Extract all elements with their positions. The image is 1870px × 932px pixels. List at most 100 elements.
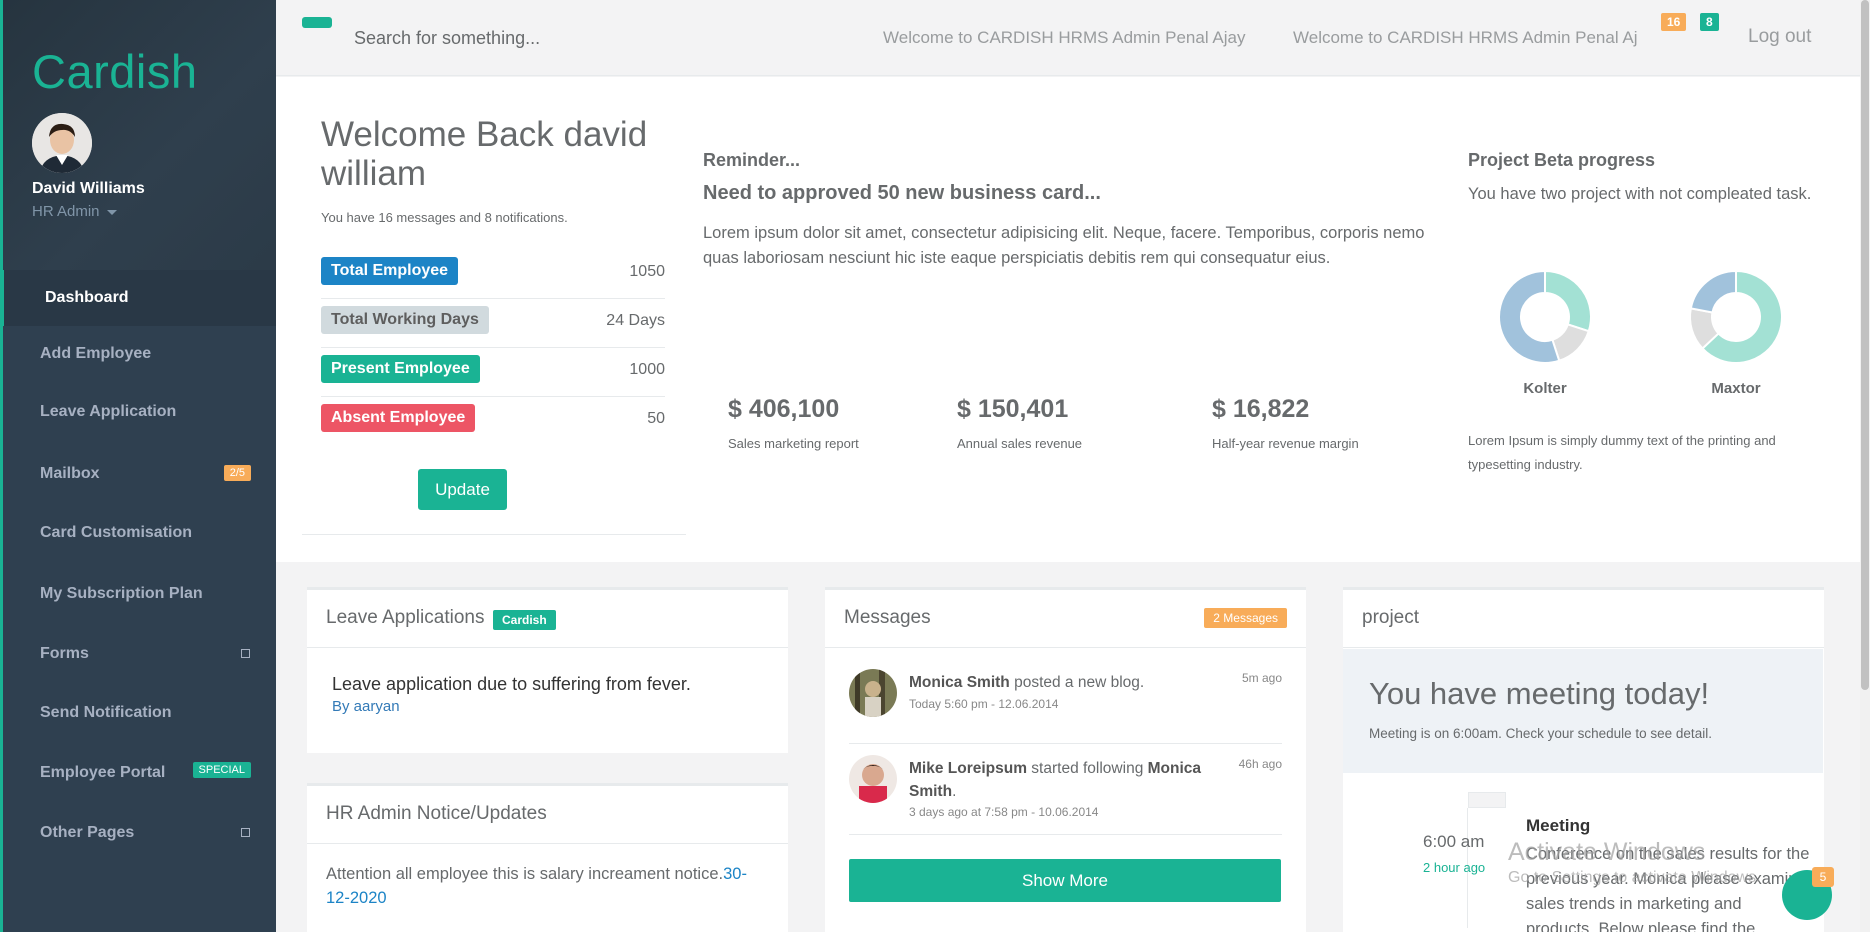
reminder-subheading: Need to approved 50 new business card...: [703, 182, 1101, 204]
message-text: Mike Loreipsum started following Monica …: [909, 760, 1202, 800]
project-beta-text: You have two project with not compleated…: [1468, 185, 1812, 203]
kolter-donut-chart: [1498, 269, 1592, 364]
message-sender: Monica Smith: [909, 674, 1010, 691]
dashboard-summary: Welcome Back david william You have 16 m…: [276, 77, 1860, 562]
user-role-label: HR Admin: [32, 203, 100, 220]
messages-badge[interactable]: 16: [1661, 13, 1687, 31]
panel-title: Leave Applications: [326, 607, 485, 628]
message-action: posted a new blog.: [1009, 674, 1145, 691]
user-name: David Williams: [32, 180, 145, 197]
panel-header: Messages 2 Messages: [825, 590, 1306, 648]
special-badge: SPECIAL: [192, 762, 251, 778]
reminder-text: Lorem ipsum dolor sit amet, consectetur …: [703, 224, 1425, 267]
notices-panel: HR Admin Notice/Updates Attention all em…: [307, 783, 788, 932]
sidebar-item-employee-portal[interactable]: Employee Portal SPECIAL: [0, 745, 276, 801]
top-bar: Welcome to CARDISH HRMS Admin Penal Ajay…: [276, 0, 1860, 76]
activate-windows-watermark: Activate Windows Go to Settings to activ…: [1508, 838, 1761, 887]
sidebar-item-label: Dashboard: [45, 289, 129, 306]
sidebar-item-leave-application[interactable]: Leave Application: [0, 384, 276, 440]
leave-applications-panel: Leave Applications Cardish Leave applica…: [307, 587, 788, 753]
stat-row: Total Working Days 24 Days: [321, 299, 665, 348]
message-timestamp: 3 days ago at 7:58 pm - 10.06.2014: [909, 805, 1099, 819]
stat-value: 50: [647, 410, 665, 427]
sidebar-item-label: Employee Portal: [40, 764, 166, 781]
sidebar-item-subscription-plan[interactable]: My Subscription Plan: [0, 566, 276, 622]
stat-label-absent-employee: Absent Employee: [321, 404, 476, 432]
user-role-dropdown[interactable]: HR Admin: [32, 203, 117, 220]
donut-label: Kolter: [1523, 380, 1567, 397]
timeline-ago: 2 hour ago: [1423, 860, 1486, 875]
sidebar-item-forms[interactable]: Forms: [0, 626, 276, 682]
timeline-time: 6:00 am: [1423, 832, 1485, 851]
scrollbar-thumb[interactable]: [1861, 0, 1869, 690]
menu-toggle-button[interactable]: [302, 17, 332, 28]
notifications-badge[interactable]: 8: [1700, 13, 1719, 31]
stat-row: Present Employee 1000: [321, 348, 665, 397]
stat-row: Absent Employee 50: [321, 397, 665, 446]
stat-value: 1000: [629, 361, 665, 378]
brand-logo[interactable]: Cardish: [32, 44, 197, 99]
welcome-message-secondary: Welcome to CARDISH HRMS Admin Penal Aj: [1293, 28, 1638, 47]
sidebar-item-label: Card Customisation: [40, 524, 193, 541]
update-button[interactable]: Update: [418, 469, 507, 510]
metric-value: $ 150,401: [957, 395, 1069, 423]
timeline-heading: Meeting: [1526, 816, 1591, 835]
metric-label: Sales marketing report: [728, 436, 859, 451]
search-input[interactable]: [354, 22, 854, 54]
sidebar-item-send-notification[interactable]: Send Notification: [0, 685, 276, 741]
avatar: [849, 755, 897, 803]
show-more-button[interactable]: Show More: [849, 859, 1281, 902]
stat-row: Total Employee 1050: [321, 250, 665, 299]
message-timestamp: Today 5:60 pm - 12.06.2014: [909, 697, 1059, 711]
sidebar-item-card-customisation[interactable]: Card Customisation: [0, 505, 276, 561]
caret-down-icon: [106, 209, 117, 215]
sidebar-item-dashboard[interactable]: Dashboard: [0, 270, 276, 326]
sidebar-item-add-employee[interactable]: Add Employee: [0, 326, 276, 382]
metric-value: $ 16,822: [1212, 395, 1310, 423]
page-title: Welcome Back david william: [321, 115, 648, 193]
logout-link[interactable]: Log out: [1748, 26, 1811, 48]
maxtor-donut-chart: [1689, 269, 1783, 364]
messages-panel: Messages 2 Messages Monica Smith posted …: [825, 587, 1306, 932]
sidebar-item-label: Add Employee: [40, 345, 152, 362]
panel-title: Messages: [844, 607, 931, 628]
panel-header: project: [1343, 590, 1824, 648]
meeting-alert: You have meeting today! Meeting is on 6:…: [1343, 649, 1823, 773]
chat-badge: 5: [1812, 867, 1834, 887]
message-action: started following: [1027, 760, 1148, 777]
watermark-title: Activate Windows: [1508, 838, 1706, 866]
leave-item-title[interactable]: Leave application due to suffering from …: [332, 674, 691, 695]
expand-icon: [241, 649, 250, 658]
panel-header: Leave Applications Cardish: [307, 590, 788, 648]
sidebar-item-label: Other Pages: [40, 824, 135, 841]
cardish-label: Cardish: [493, 610, 556, 630]
welcome-subtitle: You have 16 messages and 8 notifications…: [321, 210, 568, 225]
message-text: Monica Smith posted a new blog.: [909, 671, 1219, 694]
divider: [302, 534, 686, 535]
leave-item-author-link[interactable]: By aaryan: [332, 698, 400, 715]
sidebar-item-other-pages[interactable]: Other Pages: [0, 805, 276, 861]
stat-label-total-employee: Total Employee: [321, 257, 459, 285]
message-sender: Mike Loreipsum: [909, 760, 1027, 777]
welcome-message: Welcome to CARDISH HRMS Admin Penal Ajay: [883, 28, 1246, 47]
sidebar-item-mailbox[interactable]: Mailbox 2/5: [0, 446, 276, 502]
sidebar-item-label: Mailbox: [40, 465, 100, 482]
project-beta-title: Project Beta progress: [1468, 150, 1656, 170]
list-item[interactable]: Monica Smith posted a new blog. Today 5:…: [849, 669, 1282, 744]
avatar: [849, 669, 897, 717]
mailbox-badge: 2/5: [223, 465, 251, 481]
watermark-text: Go to Settings to activate Windows.: [1508, 869, 1761, 886]
meeting-text: Meeting is on 6:00am. Check your schedul…: [1369, 726, 1712, 741]
panel-title: HR Admin Notice/Updates: [326, 803, 547, 824]
sidebar-item-label: Forms: [40, 645, 89, 662]
avatar[interactable]: [32, 113, 92, 173]
metric-label: Annual sales revenue: [957, 436, 1083, 451]
metric-label: Half-year revenue margin: [1212, 436, 1359, 451]
sidebar-item-label: Send Notification: [40, 704, 172, 721]
panel-header: HR Admin Notice/Updates: [307, 786, 788, 844]
panel-title: project: [1362, 607, 1420, 628]
messages-count-badge: 2 Messages: [1204, 608, 1287, 628]
sidebar-item-label: Leave Application: [40, 403, 177, 420]
list-item[interactable]: Mike Loreipsum started following Monica …: [849, 755, 1282, 835]
stat-label-working-days: Total Working Days: [321, 306, 489, 334]
